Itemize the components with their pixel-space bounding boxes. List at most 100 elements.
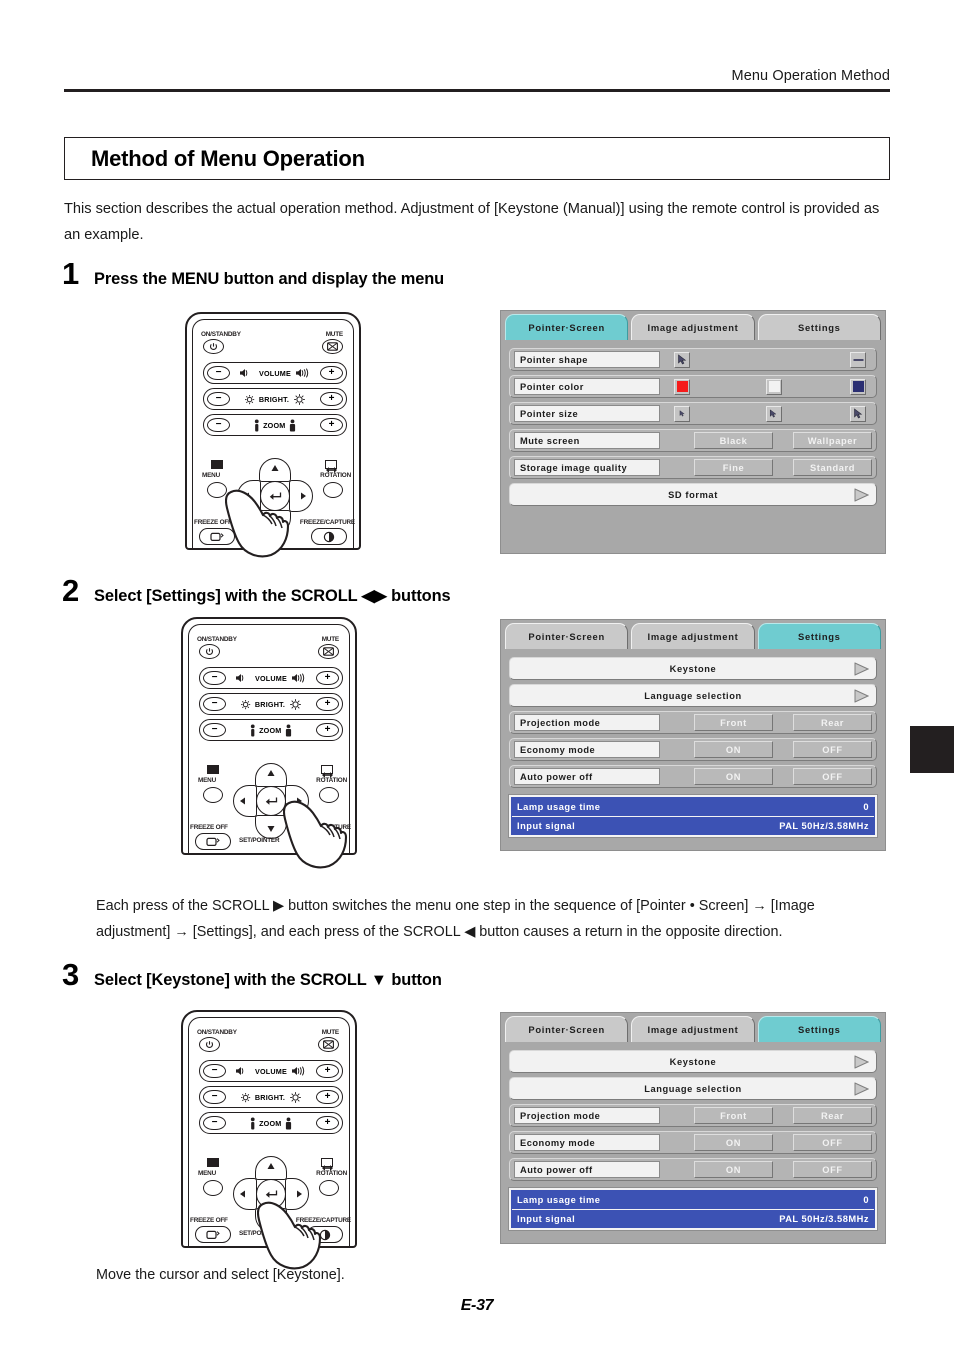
volume-plus-button[interactable]: + (320, 366, 343, 380)
bright-minus-button[interactable]: − (203, 1090, 226, 1104)
pointer-size-option-2[interactable] (850, 405, 866, 422)
option-button-1[interactable]: Wallpaper (793, 432, 872, 449)
option-button-0[interactable]: Black (694, 432, 773, 449)
menu-button[interactable] (203, 1180, 223, 1196)
osd-tab-0[interactable]: Pointer·Screen (505, 623, 629, 649)
option-button-1[interactable]: OFF (793, 1134, 872, 1151)
menu-row-label: Mute screen (514, 432, 660, 449)
page-title-box: Method of Menu Operation (64, 137, 890, 180)
osd-tab-1[interactable]: Image adjustment (631, 623, 755, 649)
option-button-1[interactable]: OFF (793, 768, 872, 785)
menu-row[interactable]: Pointer shape (509, 348, 877, 371)
keystone-row[interactable]: Keystone (509, 1050, 877, 1073)
header-rule (64, 89, 890, 92)
enter-button[interactable] (256, 786, 286, 816)
osd-tab-1[interactable]: Image adjustment (631, 1016, 755, 1042)
info-value: PAL 50Hz/3.58MHz (779, 820, 869, 831)
osd-tab-0[interactable]: Pointer·Screen (505, 314, 629, 340)
volume-minus-button[interactable]: − (203, 671, 226, 685)
volume-label-group: VOLUME (226, 672, 316, 684)
option-button-1[interactable]: Rear (793, 714, 872, 731)
on-standby-button[interactable] (199, 1037, 220, 1052)
freeze-capture-button[interactable] (311, 528, 347, 545)
step-2-number: 2 (62, 573, 80, 608)
zoom-minus-button[interactable]: − (203, 1116, 226, 1130)
mute-button[interactable] (322, 339, 343, 354)
volume-plus-button[interactable]: + (316, 1064, 339, 1078)
menu-icon (211, 460, 223, 469)
zoom-minus-button[interactable]: − (207, 418, 230, 432)
menu-button[interactable] (203, 787, 223, 803)
zoom-plus-button[interactable]: + (320, 418, 343, 432)
osd-tab-1[interactable]: Image adjustment (631, 314, 755, 340)
volume-minus-button[interactable]: − (207, 366, 230, 380)
menu-row[interactable]: Pointer color (509, 375, 877, 398)
menu-row[interactable]: Projection mode Front Rear (509, 711, 877, 734)
mute-label: MUTE (321, 636, 340, 643)
freeze-off-button[interactable] (195, 833, 231, 850)
menu-row[interactable]: Auto power off ON OFF (509, 1158, 877, 1181)
set-pointer-label: SET/POINTER (239, 837, 280, 844)
osd-tab-0[interactable]: Pointer·Screen (505, 1016, 629, 1042)
option-button-1[interactable]: Rear (793, 1107, 872, 1124)
volume-minus-button[interactable]: − (203, 1064, 226, 1078)
menu-row[interactable]: Economy mode ON OFF (509, 738, 877, 761)
pointer-shape-option-1[interactable] (850, 351, 866, 368)
on-standby-button[interactable] (203, 339, 224, 354)
option-button-1[interactable]: Standard (793, 459, 872, 476)
zoom-plus-button[interactable]: + (316, 1116, 339, 1130)
menu-icon (207, 1158, 219, 1167)
pointer-color-option-1[interactable] (766, 378, 782, 395)
option-button-1[interactable]: OFF (793, 1161, 872, 1178)
menu-row[interactable]: Projection mode Front Rear (509, 1104, 877, 1127)
bright-minus-button[interactable]: − (203, 697, 226, 711)
menu-row[interactable]: Economy mode ON OFF (509, 1131, 877, 1154)
rotation-button[interactable] (319, 1180, 339, 1196)
page-title: Method of Menu Operation (91, 145, 365, 171)
option-button-0[interactable]: ON (694, 1161, 773, 1178)
menu-button[interactable] (207, 482, 227, 498)
pointer-color-option-2[interactable] (850, 378, 866, 395)
option-button-0[interactable]: Front (694, 1107, 773, 1124)
menu-row[interactable]: Mute screen Black Wallpaper (509, 429, 877, 452)
info-line: Lamp usage time 0 (512, 798, 874, 816)
option-button-0[interactable]: ON (694, 1134, 773, 1151)
mute-button[interactable] (318, 1037, 339, 1052)
zoom-label-group: ZOOM (226, 1117, 316, 1130)
bright-plus-button[interactable]: + (320, 392, 343, 406)
menu-row[interactable]: Pointer size (509, 402, 877, 425)
sequence-paragraph: Each press of the SCROLL ▶ button switch… (96, 898, 815, 940)
pointing-hand-icon (225, 486, 295, 558)
pointer-size-option-0[interactable] (674, 405, 690, 422)
bright-minus-button[interactable]: − (207, 392, 230, 406)
page-header: Menu Operation Method (64, 68, 890, 92)
on-standby-label: ON/STANDBY (197, 1029, 237, 1036)
mute-button[interactable] (318, 644, 339, 659)
menu-row[interactable]: Storage image quality Fine Standard (509, 456, 877, 479)
volume-plus-button[interactable]: + (316, 671, 339, 685)
zoom-minus-button[interactable]: − (203, 723, 226, 737)
pointer-shape-option-0[interactable] (674, 351, 690, 368)
language-selection-row[interactable]: Language selection (509, 684, 877, 707)
rotation-button[interactable] (323, 482, 343, 498)
option-button-1[interactable]: OFF (793, 741, 872, 758)
option-button-0[interactable]: ON (694, 741, 773, 758)
option-button-0[interactable]: ON (694, 768, 773, 785)
pointer-color-option-0[interactable] (674, 378, 690, 395)
option-button-0[interactable]: Front (694, 714, 773, 731)
option-button-0[interactable]: Fine (694, 459, 773, 476)
osd-tab-2[interactable]: Settings (757, 1016, 881, 1042)
bright-plus-button[interactable]: + (316, 697, 339, 711)
on-standby-button[interactable] (199, 644, 220, 659)
freeze-off-button[interactable] (195, 1226, 231, 1243)
osd-tab-2[interactable]: Settings (757, 314, 881, 340)
menu-row[interactable]: Auto power off ON OFF (509, 765, 877, 788)
zoom-plus-button[interactable]: + (316, 723, 339, 737)
bright-plus-button[interactable]: + (316, 1090, 339, 1104)
pointer-size-option-1[interactable] (766, 405, 782, 422)
sd-format-row[interactable]: SD format (509, 483, 877, 506)
language-selection-row[interactable]: Language selection (509, 1077, 877, 1100)
osd-tab-2[interactable]: Settings (757, 623, 881, 649)
keystone-row[interactable]: Keystone (509, 657, 877, 680)
bright-label-group: BRIGHT. (226, 1091, 316, 1104)
